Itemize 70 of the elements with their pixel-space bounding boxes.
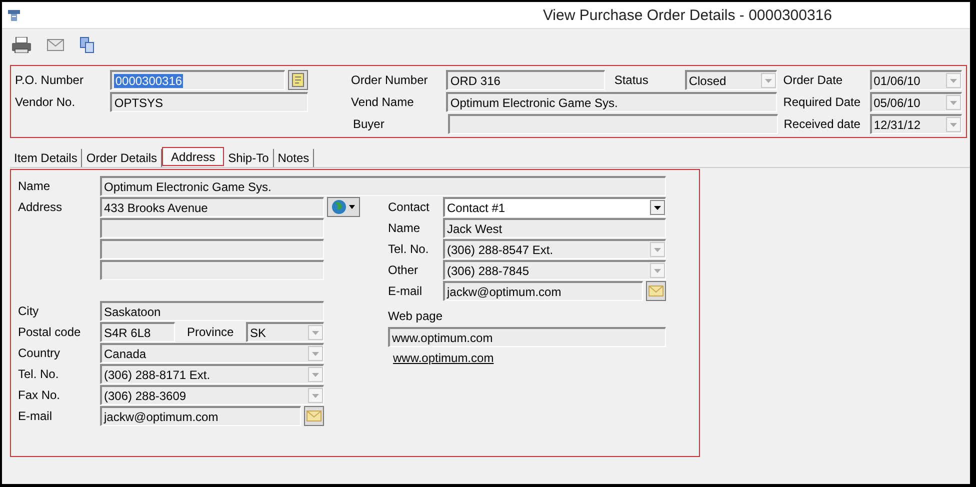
field-label: Name — [388, 221, 422, 235]
field-label: Order Date — [783, 73, 844, 87]
email-button[interactable] — [304, 406, 324, 426]
text-field[interactable] — [100, 260, 324, 280]
field-label: Status — [614, 73, 650, 87]
document-icon — [292, 73, 304, 87]
field-label: P.O. Number — [15, 73, 84, 87]
text-field[interactable]: Saskatoon — [100, 301, 324, 321]
dropdown-arrow-icon — [654, 268, 661, 272]
dropdown-arrow-icon — [765, 78, 772, 82]
field-label: City — [18, 304, 40, 318]
globe-button[interactable] — [327, 197, 360, 217]
field-label: Tel. No. — [18, 367, 60, 381]
envelope-icon — [648, 283, 664, 299]
window-title: View Purchase Order Details - 0000300316 — [542, 6, 832, 24]
dropdown-arrow-icon — [312, 394, 319, 398]
text-field[interactable]: Optimum Electronic Game Sys. — [446, 92, 778, 112]
tab[interactable]: Item Details — [10, 149, 82, 167]
field-label: Fax No. — [18, 388, 62, 402]
field-label: Name — [18, 179, 52, 193]
text-field[interactable]: jackw@optimum.com — [443, 281, 643, 301]
dropdown-arrow-icon — [312, 330, 319, 334]
dropdown-arrow-icon — [312, 372, 319, 376]
field-label: Web page — [388, 309, 444, 323]
field-label: Other — [388, 263, 420, 277]
field-label: Buyer — [353, 117, 386, 131]
field-label: Tel. No. — [388, 242, 430, 256]
dropdown-arrow-icon — [950, 100, 957, 104]
field-label: E-mail — [18, 409, 54, 423]
envelope-icon — [306, 408, 322, 424]
text-field[interactable]: Optimum Electronic Game Sys. — [100, 176, 666, 196]
text-field[interactable]: 433 Brooks Avenue — [100, 197, 324, 217]
field-label: Required Date — [783, 95, 862, 109]
combo-box[interactable]: Contact #1 — [443, 197, 666, 217]
field-label: Province — [187, 325, 235, 339]
envelope-icon[interactable] — [47, 39, 64, 51]
field-label: Received date — [784, 117, 862, 131]
field-label: Order Number — [351, 73, 429, 87]
text-field[interactable] — [448, 114, 778, 134]
field-label: E-mail — [388, 284, 424, 298]
text-field[interactable] — [100, 218, 324, 238]
text-field[interactable]: Jack West — [443, 218, 666, 238]
field-label: Contact — [388, 200, 430, 214]
dropdown-arrow-icon — [950, 78, 958, 82]
field-label: Address — [18, 200, 64, 214]
tab[interactable]: Notes — [274, 149, 314, 167]
email-button[interactable] — [646, 281, 666, 301]
tab[interactable]: Address — [162, 147, 224, 166]
text-field[interactable] — [100, 239, 324, 259]
text-field[interactable]: OPTSYS — [110, 92, 308, 112]
lookup-button[interactable] — [288, 70, 308, 90]
dropdown-arrow-icon — [950, 122, 957, 126]
field-label: Vendor No. — [15, 95, 76, 109]
text-field[interactable]: www.optimum.com — [388, 327, 666, 347]
printer-icon[interactable] — [12, 37, 31, 53]
copy-icon[interactable] — [80, 37, 94, 53]
text-field[interactable]: ORD 316 — [446, 70, 606, 90]
text-field[interactable]: 0000300316 — [110, 70, 286, 90]
field-label: Country — [18, 346, 62, 360]
text-field[interactable]: S4R 6L8 — [100, 322, 175, 342]
field-label: Vend Name — [351, 95, 415, 109]
globe-icon — [330, 199, 356, 215]
web-link[interactable]: www.optimum.com — [393, 351, 494, 365]
dropdown-arrow-icon — [654, 206, 661, 210]
dropdown-arrow-icon — [654, 248, 661, 252]
field-label: Postal code — [18, 325, 82, 339]
tab[interactable]: Ship-To — [224, 149, 274, 167]
app-icon — [8, 8, 20, 22]
dropdown-arrow-icon — [312, 352, 319, 356]
text-field[interactable]: jackw@optimum.com — [100, 406, 301, 426]
